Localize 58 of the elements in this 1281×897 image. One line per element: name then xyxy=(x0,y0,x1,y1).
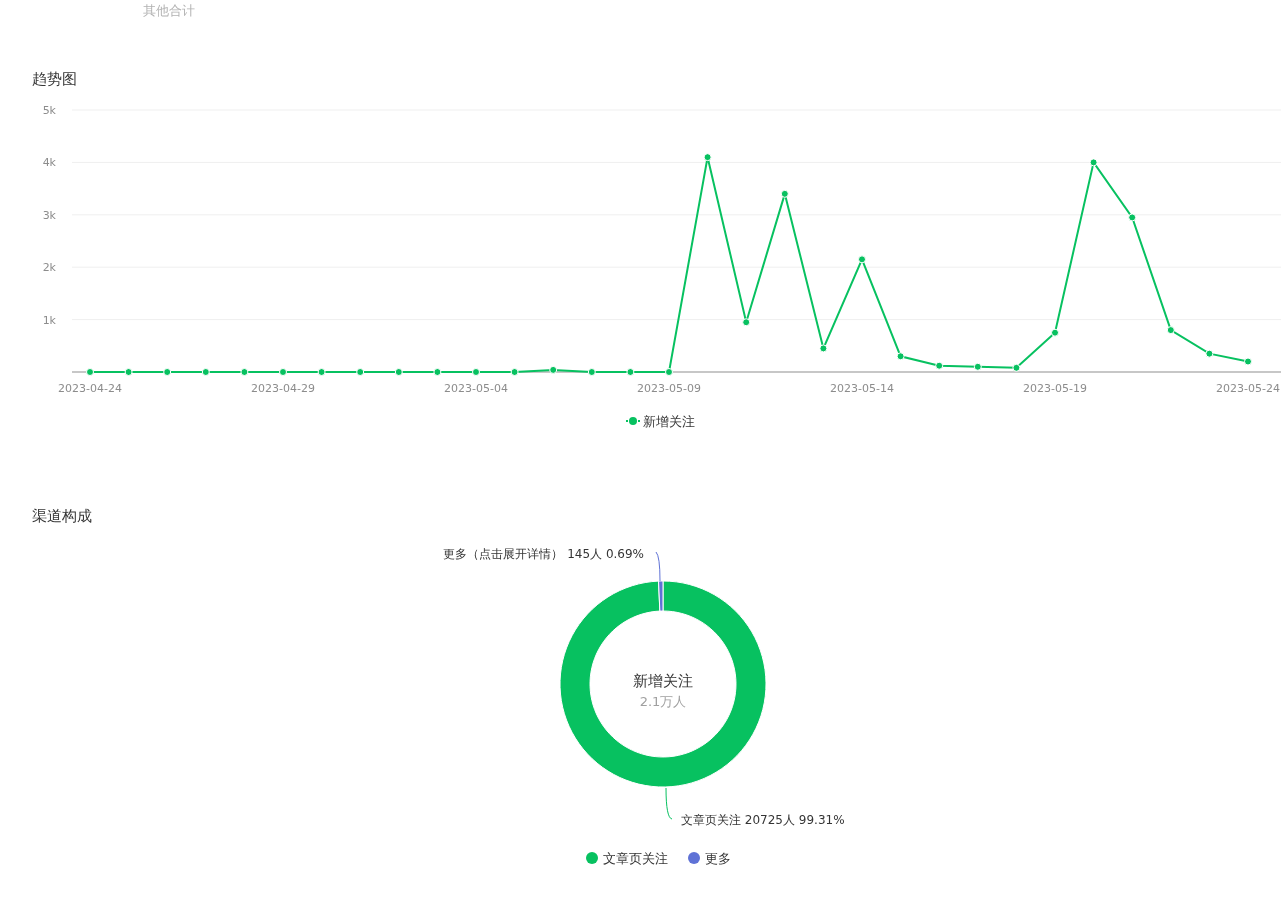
data-point xyxy=(317,368,326,376)
leader-line xyxy=(655,551,661,582)
data-point xyxy=(1012,363,1021,372)
x-axis-label: 2023-05-19 xyxy=(1023,382,1087,395)
data-point xyxy=(549,365,558,374)
x-axis-label: 2023-05-24 xyxy=(1216,382,1280,395)
center-title: 新增关注 xyxy=(633,672,693,690)
x-axis-label: 2023-05-04 xyxy=(444,382,508,395)
data-point xyxy=(703,153,712,162)
section-title: 趋势图 xyxy=(32,69,77,90)
legend-marker-icon xyxy=(625,417,641,425)
data-point xyxy=(1205,349,1214,358)
x-axis-label: 2023-04-29 xyxy=(251,382,315,395)
data-point xyxy=(279,368,287,376)
x-axis-label: 2023-05-09 xyxy=(637,382,701,395)
data-point xyxy=(163,368,172,376)
data-point xyxy=(472,368,480,376)
x-axis-label: 2023-05-14 xyxy=(830,382,894,395)
data-point xyxy=(124,368,133,376)
data-point xyxy=(1128,213,1137,222)
legend-label[interactable]: 新增关注 xyxy=(643,414,695,429)
data-point xyxy=(433,368,442,376)
data-point xyxy=(935,361,944,370)
data-point xyxy=(626,368,635,376)
data-point xyxy=(973,362,982,371)
data-point xyxy=(201,368,210,376)
x-axis-label: 2023-04-24 xyxy=(58,382,122,395)
data-point xyxy=(86,368,94,376)
section-title: 渠道构成 xyxy=(32,506,92,527)
donut-slice[interactable] xyxy=(559,580,767,788)
data-point xyxy=(858,255,866,264)
data-point xyxy=(1051,328,1059,337)
leader-line xyxy=(665,787,673,820)
y-axis-label: 3k xyxy=(42,208,56,222)
data-point xyxy=(240,368,249,376)
data-point xyxy=(1089,158,1098,167)
slice-label: 更多（点击展开详情） 145人 0.69% xyxy=(443,547,644,561)
y-axis-label: 2k xyxy=(42,261,56,275)
data-point xyxy=(587,368,596,376)
center-value: 2.1万人 xyxy=(639,694,687,709)
data-point xyxy=(742,318,751,327)
summary-label: 其他合计 xyxy=(143,3,195,18)
data-point xyxy=(780,189,789,198)
data-point xyxy=(665,368,673,376)
donut-slice[interactable] xyxy=(658,580,664,612)
y-axis-label: 1k xyxy=(42,313,56,327)
data-point xyxy=(1166,326,1175,335)
data-point xyxy=(819,344,828,353)
data-point xyxy=(896,352,905,361)
data-point xyxy=(394,368,403,376)
y-axis-label: 4k xyxy=(42,156,56,170)
slice-label: 文章页关注 20725人 99.31% xyxy=(681,813,845,827)
data-point xyxy=(356,368,365,376)
data-point xyxy=(510,368,519,376)
legend-label[interactable]: 更多 xyxy=(705,851,731,866)
y-axis-label: 5k xyxy=(42,104,56,117)
legend-label[interactable]: 文章页关注 xyxy=(603,851,668,866)
data-point xyxy=(1244,357,1252,366)
